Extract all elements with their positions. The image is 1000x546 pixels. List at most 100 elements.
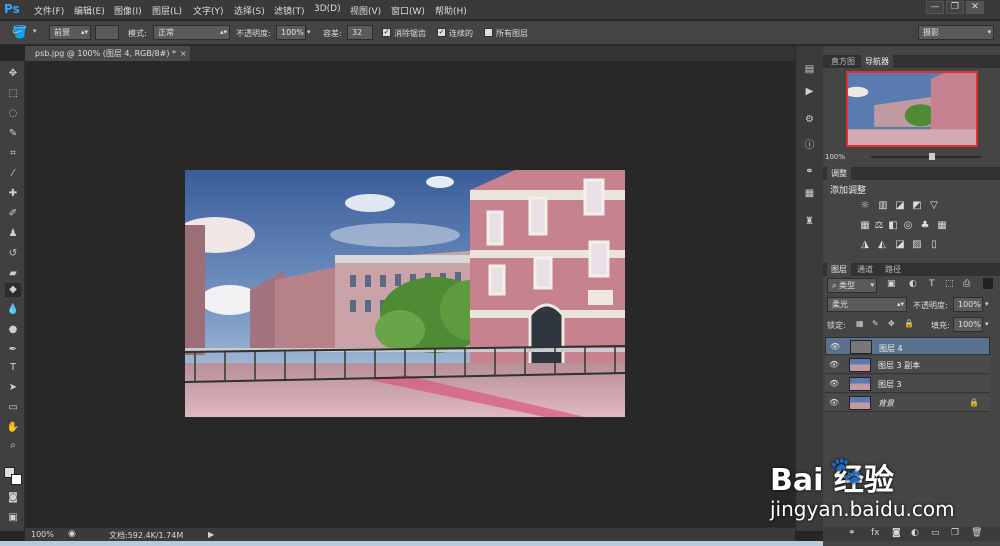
layer-comps-icon[interactable]: ▦ — [802, 188, 817, 201]
stamp-tool-icon[interactable]: ♟ — [5, 227, 21, 241]
hue-saturation-icon[interactable]: ▦ — [859, 220, 871, 232]
navigator-preview[interactable] — [846, 71, 978, 147]
quick-mask-icon[interactable]: ◙ — [5, 491, 21, 505]
layer-row[interactable]: 👁 图层 3 — [825, 375, 990, 393]
threshold-icon[interactable]: ◪ — [894, 239, 906, 251]
restore-button[interactable]: ❐ — [946, 1, 964, 14]
clone-source-icon[interactable]: ♜ — [802, 216, 817, 229]
gradient-map-icon[interactable]: ▨ — [911, 239, 923, 251]
color-balance-icon[interactable]: ⚖ — [873, 220, 885, 232]
minimize-button[interactable]: — — [926, 1, 944, 14]
dodge-tool-icon[interactable]: ● — [5, 323, 21, 337]
pattern-picker[interactable] — [95, 25, 119, 40]
move-tool-icon[interactable]: ✥ — [5, 67, 21, 81]
blend-mode-select[interactable]: 柔光 ▴▾ — [827, 297, 907, 312]
background-color-swatch[interactable] — [11, 474, 22, 485]
layer-row[interactable]: 👁 图层 3 副本 — [825, 356, 990, 374]
vibrance-icon[interactable]: ▽ — [928, 200, 940, 212]
tab-adjustments[interactable]: 调整 — [827, 167, 851, 180]
menu-select[interactable]: 选择(S) — [234, 4, 265, 17]
filter-toggle[interactable] — [983, 278, 993, 289]
lasso-tool-icon[interactable]: ◌ — [5, 107, 21, 121]
tolerance-input[interactable]: 32 — [347, 25, 373, 40]
color-lookup-icon[interactable]: ▦ — [936, 220, 948, 232]
brightness-icon[interactable]: ☼ — [859, 200, 871, 212]
black-white-icon[interactable]: ◧ — [887, 220, 899, 232]
levels-icon[interactable]: ▥ — [877, 200, 889, 212]
layer-row[interactable]: 👁 背景 🔒 — [825, 394, 990, 412]
layer-filter-select[interactable]: ⌕ 类型 ▾ — [827, 278, 877, 293]
tool-presets-icon[interactable]: ⚭ — [802, 166, 817, 179]
close-window-button[interactable]: ✕ — [966, 1, 984, 14]
tab-navigator[interactable]: 导航器 — [861, 55, 893, 68]
menu-image[interactable]: 图像(I) — [114, 4, 142, 17]
menu-edit[interactable]: 编辑(E) — [74, 4, 105, 17]
fill-input[interactable]: 100% — [953, 317, 983, 332]
filter-pixel-icon[interactable]: ▣ — [887, 279, 896, 289]
tab-layers[interactable]: 图层 — [827, 263, 851, 276]
exposure-icon[interactable]: ◩ — [911, 200, 923, 212]
opacity-slider-icon[interactable]: ▾ — [985, 300, 989, 308]
menu-view[interactable]: 视图(V) — [350, 4, 381, 17]
pen-tool-icon[interactable]: ✒ — [5, 343, 21, 357]
document-image[interactable] — [185, 170, 625, 417]
tab-channels[interactable]: 通道 — [853, 263, 877, 276]
menu-layer[interactable]: 图层(L) — [152, 4, 182, 17]
marquee-tool-icon[interactable]: ⬚ — [5, 87, 21, 101]
menu-3d[interactable]: 3D(D) — [314, 4, 341, 14]
info-icon[interactable]: ⓘ — [802, 136, 817, 151]
visibility-eye-icon[interactable]: 👁 — [829, 360, 841, 370]
crop-tool-icon[interactable]: ⌗ — [5, 147, 21, 161]
settings-panel-icon[interactable]: ⚙ — [802, 114, 817, 127]
lock-all-icon[interactable]: 🔒 — [904, 319, 914, 328]
photo-filter-icon[interactable]: ◎ — [902, 220, 914, 232]
chevron-down-icon[interactable]: ▾ — [33, 27, 37, 35]
visibility-eye-icon[interactable]: 👁 — [829, 398, 841, 408]
filter-smart-icon[interactable]: ⎙ — [963, 279, 970, 289]
workspace-select[interactable]: 摄影 ▾ — [918, 25, 994, 40]
mode-select[interactable]: 正常 ▴▾ — [153, 25, 230, 40]
filter-adjustment-icon[interactable]: ◐ — [909, 279, 917, 289]
blur-tool-icon[interactable]: 💧 — [5, 303, 21, 317]
filter-shape-icon[interactable]: ⬚ — [945, 279, 954, 289]
rectangle-tool-icon[interactable]: ▭ — [5, 401, 21, 415]
menu-window[interactable]: 窗口(W) — [391, 4, 425, 17]
history-brush-tool-icon[interactable]: ↺ — [5, 247, 21, 261]
filter-type-icon[interactable]: T — [929, 279, 935, 289]
zoom-level[interactable]: 100% — [31, 530, 54, 539]
visibility-eye-icon[interactable]: 👁 — [830, 342, 842, 352]
quick-select-tool-icon[interactable]: ✎ — [5, 127, 21, 141]
menu-type[interactable]: 文字(Y) — [193, 4, 224, 17]
menu-file[interactable]: 文件(F) — [34, 4, 64, 17]
lock-transparent-icon[interactable]: ▦ — [856, 319, 864, 328]
invert-icon[interactable]: ◮ — [859, 239, 871, 251]
tab-histogram[interactable]: 直方图 — [827, 55, 859, 68]
fill-slider-icon[interactable]: ▾ — [985, 320, 989, 328]
opacity-input[interactable]: 100% — [276, 25, 306, 40]
menu-filter[interactable]: 滤镜(T) — [274, 4, 305, 17]
healing-tool-icon[interactable]: ✚ — [5, 187, 21, 201]
opacity-dropdown-icon[interactable]: ▾ — [307, 28, 311, 36]
share-icon[interactable]: ◉ — [68, 529, 76, 539]
curves-icon[interactable]: ◪ — [894, 200, 906, 212]
tab-paths[interactable]: 路径 — [881, 263, 905, 276]
path-select-tool-icon[interactable]: ➤ — [5, 381, 21, 395]
eyedropper-tool-icon[interactable]: ⁄ — [5, 167, 21, 181]
all-layers-checkbox[interactable] — [484, 28, 493, 37]
lock-pixels-icon[interactable]: ✎ — [872, 319, 879, 328]
status-menu-arrow-icon[interactable]: ▶ — [208, 530, 214, 539]
visibility-eye-icon[interactable]: 👁 — [829, 379, 841, 389]
posterize-icon[interactable]: ◭ — [876, 239, 888, 251]
selective-color-icon[interactable]: ▯ — [928, 239, 940, 251]
navigator-slider-handle[interactable] — [928, 153, 935, 160]
zoom-tool-icon[interactable]: ⌕ — [5, 439, 21, 453]
hand-tool-icon[interactable]: ✋ — [5, 421, 21, 435]
paint-bucket-tool-icon[interactable]: ◆ — [5, 283, 21, 297]
lock-position-icon[interactable]: ✥ — [888, 319, 895, 328]
brush-tool-icon[interactable]: ✐ — [5, 207, 21, 221]
paint-bucket-icon[interactable]: 🪣 — [12, 25, 27, 39]
eraser-tool-icon[interactable]: ▰ — [5, 267, 21, 281]
type-tool-icon[interactable]: T — [5, 361, 21, 375]
contiguous-checkbox[interactable]: ✓ — [437, 28, 446, 37]
fill-source-select[interactable]: 前景 ▴▾ — [49, 25, 91, 40]
